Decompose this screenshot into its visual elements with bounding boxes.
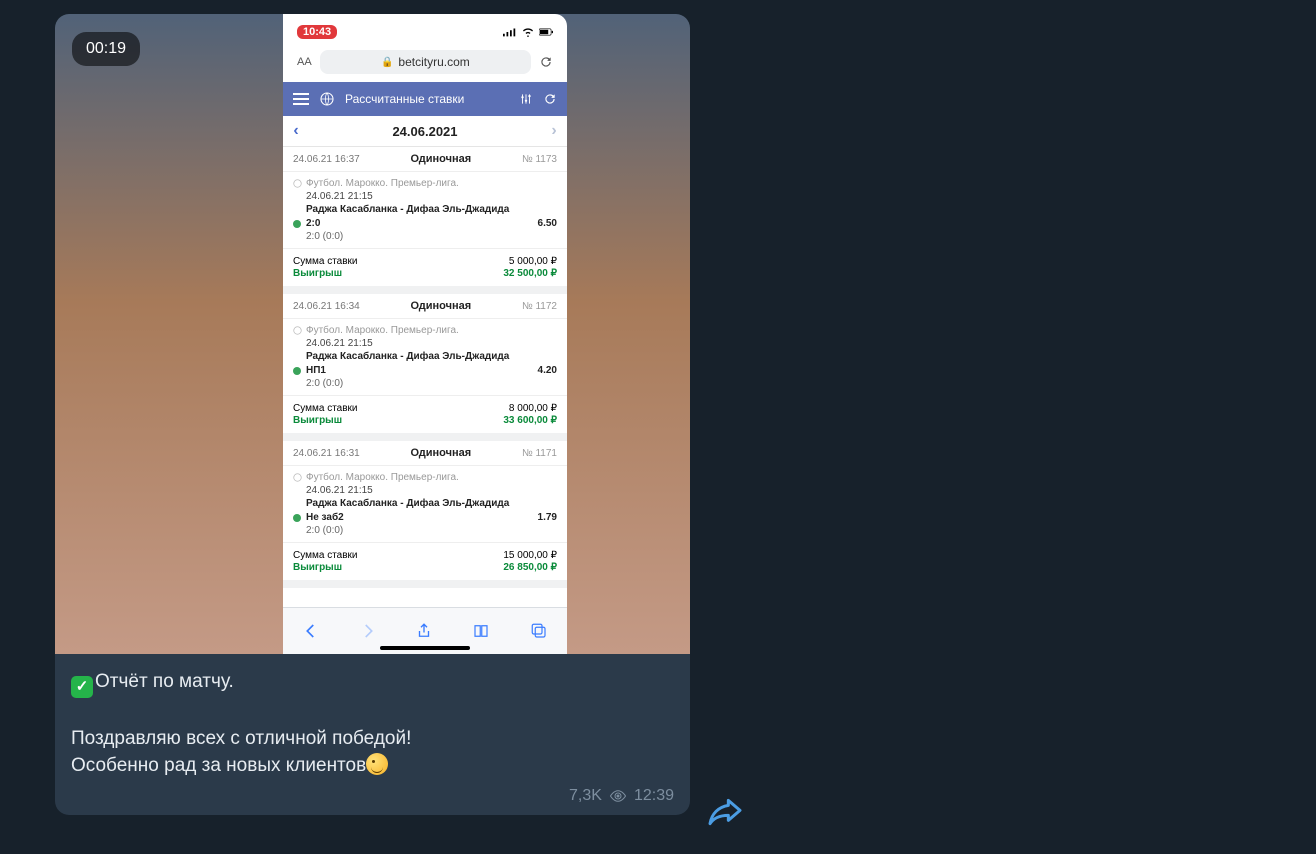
match-name: Раджа Касабланка - Дифаа Эль-Джадида (306, 351, 557, 362)
url-field[interactable]: 🔒 betcityru.com (320, 50, 531, 74)
win-value: 33 600,00 ₽ (503, 415, 557, 426)
bet-item[interactable]: 24.06.21 16:31Одиночная№ 1171 Футбол. Мар… (283, 441, 567, 588)
message-text: ✓Отчёт по матчу. Поздравляю всех с отлич… (55, 654, 690, 787)
bet-league: Футбол. Марокко. Премьер-лига. (293, 325, 557, 336)
status-time: 10:43 (297, 25, 337, 39)
app-header: Рассчитанные ставки (283, 82, 567, 116)
bet-timestamp: 24.06.21 16:37 (293, 154, 360, 165)
telegram-message: 00:19 10:43 AA 🔒 betcityru.com (55, 14, 690, 815)
bet-score: 2:0 (0:0) (306, 525, 557, 536)
safari-urlbar: AA 🔒 betcityru.com (283, 44, 567, 82)
bet-odd: 6.50 (538, 218, 557, 229)
stake-value: 8 000,00 ₽ (509, 403, 557, 414)
share-icon[interactable] (415, 621, 433, 641)
tabs-icon[interactable] (530, 622, 548, 640)
home-indicator (380, 646, 470, 650)
stake-label: Сумма ставки (293, 403, 358, 414)
match-name: Раджа Касабланка - Дифаа Эль-Джадида (306, 204, 557, 215)
stake-label: Сумма ставки (293, 550, 358, 561)
views-icon (609, 790, 627, 802)
checkmark-emoji: ✓ (71, 676, 93, 698)
url-text: betcityru.com (398, 55, 469, 69)
win-label: Выигрыш (293, 415, 342, 426)
stake-value: 5 000,00 ₽ (509, 256, 557, 267)
stake-value: 15 000,00 ₽ (503, 550, 557, 561)
message-time: 12:39 (634, 787, 674, 805)
status-dot (293, 514, 301, 522)
bet-score: 2:0 (0:0) (306, 231, 557, 242)
bet-timestamp: 24.06.21 16:34 (293, 301, 360, 312)
stake-label: Сумма ставки (293, 256, 358, 267)
back-icon[interactable] (302, 622, 320, 640)
message-media[interactable]: 00:19 10:43 AA 🔒 betcityru.com (55, 14, 690, 654)
football-icon (293, 179, 302, 188)
bet-item[interactable]: 24.06.21 16:34Одиночная№ 1172 Футбол. Мар… (283, 294, 567, 441)
wink-emoji (366, 753, 388, 775)
event-time: 24.06.21 21:15 (306, 485, 557, 496)
battery-icon (539, 27, 553, 37)
globe-icon[interactable] (319, 91, 335, 107)
football-icon (293, 326, 302, 335)
current-date: 24.06.2021 (309, 124, 541, 139)
win-value: 26 850,00 ₽ (503, 562, 557, 573)
win-value: 32 500,00 ₽ (503, 268, 557, 279)
event-time: 24.06.21 21:15 (306, 338, 557, 349)
bet-pick: 2:0 (306, 218, 320, 229)
bet-pick: НП1 (306, 365, 326, 376)
bet-league: Футбол. Марокко. Премьер-лига. (293, 472, 557, 483)
status-dot (293, 220, 301, 228)
date-nav: ‹ 24.06.2021 › (283, 116, 567, 147)
football-icon (293, 473, 302, 482)
wifi-icon (521, 27, 535, 37)
status-dot (293, 367, 301, 375)
win-label: Выигрыш (293, 268, 342, 279)
prev-day-button[interactable]: ‹ (283, 122, 309, 140)
bet-item[interactable]: 24.06.21 16:37Одиночная№ 1173 Футбол. Мар… (283, 147, 567, 294)
bet-number: № 1171 (522, 448, 557, 459)
filter-icon[interactable] (519, 92, 533, 106)
phone-screenshot: 10:43 AA 🔒 betcityru.com Рассчитанные (283, 14, 567, 654)
bet-type: Одиночная (360, 447, 522, 459)
bet-type: Одиночная (360, 153, 522, 165)
bet-score: 2:0 (0:0) (306, 378, 557, 389)
message-meta: 7,3K 12:39 (55, 787, 690, 815)
bet-number: № 1173 (522, 154, 557, 165)
bet-pick: Не заб2 (306, 512, 344, 523)
bet-odd: 1.79 (538, 512, 557, 523)
lock-icon: 🔒 (381, 57, 393, 68)
refresh-icon[interactable] (539, 55, 553, 69)
video-duration-badge: 00:19 (72, 32, 140, 66)
match-name: Раджа Касабланка - Дифаа Эль-Джадида (306, 498, 557, 509)
signal-icon (503, 27, 517, 37)
event-time: 24.06.21 21:15 (306, 191, 557, 202)
ios-statusbar: 10:43 (283, 14, 567, 44)
next-day-button[interactable]: › (541, 122, 567, 140)
bet-timestamp: 24.06.21 16:31 (293, 448, 360, 459)
menu-icon[interactable] (293, 93, 309, 105)
bet-odd: 4.20 (538, 365, 557, 376)
bet-number: № 1172 (522, 301, 557, 312)
bet-league: Футбол. Марокко. Премьер-лига. (293, 178, 557, 189)
bet-type: Одиночная (360, 300, 522, 312)
reload-icon[interactable] (543, 92, 557, 106)
bet-list: 24.06.21 16:37Одиночная№ 1173Футбол. Мар… (283, 147, 567, 605)
bookmarks-icon[interactable] (471, 622, 491, 640)
win-label: Выигрыш (293, 562, 342, 573)
forward-icon[interactable] (359, 622, 377, 640)
reader-button[interactable]: AA (297, 56, 312, 68)
forward-button[interactable] (705, 792, 745, 832)
app-title: Рассчитанные ставки (345, 92, 509, 106)
view-count: 7,3K (569, 787, 602, 805)
